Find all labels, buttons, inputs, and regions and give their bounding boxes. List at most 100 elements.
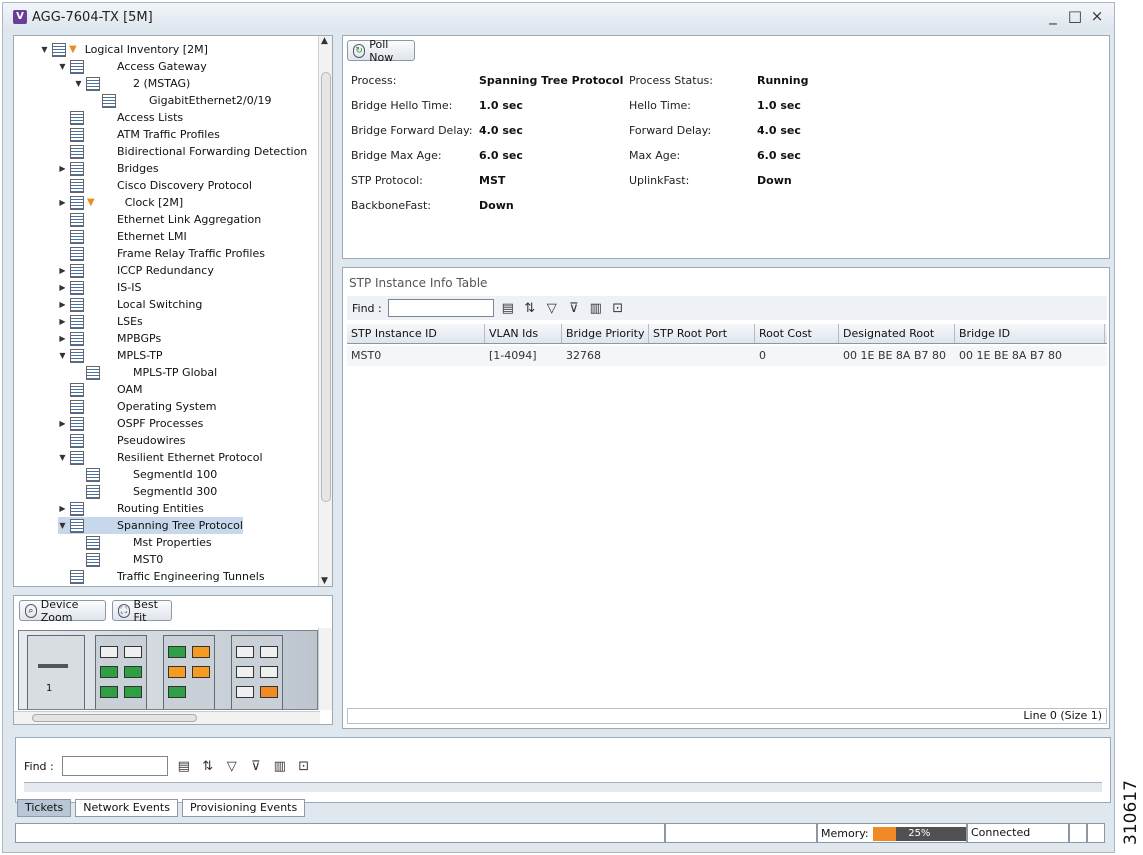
tree-item[interactable]: Bidirectional Forwarding Detection xyxy=(58,143,307,160)
maximize-icon[interactable]: □ xyxy=(1066,7,1084,25)
line-card[interactable] xyxy=(95,635,147,709)
tab-provisioning-events[interactable]: Provisioning Events xyxy=(181,799,306,817)
tree-item[interactable]: GigabitEthernet2/0/19 xyxy=(90,92,271,109)
tree-scroll-thumb[interactable] xyxy=(321,72,331,502)
tab-tickets[interactable]: Tickets xyxy=(17,799,72,817)
tree-item[interactable]: Cisco Discovery Protocol xyxy=(58,177,252,194)
column-header[interactable]: STP Root Port xyxy=(649,324,755,343)
tree-item[interactable]: Frame Relay Traffic Profiles xyxy=(58,245,265,262)
tree-item[interactable]: ▼ Access Gateway xyxy=(58,58,207,75)
tab-network-events[interactable]: Network Events xyxy=(75,799,178,817)
best-fit-button[interactable]: ⛶ Best Fit xyxy=(112,598,172,624)
device-view-hscroll[interactable] xyxy=(14,711,320,724)
sort-icon[interactable]: ⇅ xyxy=(200,758,216,774)
poll-now-button[interactable]: ↻ Poll Now xyxy=(347,38,415,64)
expand-icon[interactable]: ▶ xyxy=(58,198,67,207)
tree-item[interactable]: ▶ Routing Entities xyxy=(58,500,204,517)
collapse-icon[interactable]: ▼ xyxy=(58,351,67,360)
expand-icon[interactable]: ▶ xyxy=(58,334,67,343)
port-icon xyxy=(192,646,210,658)
logical-inventory-tree[interactable]: ▼ ▼ Logical Inventory [2M] ▼ Access Gateway ▼… xyxy=(13,35,333,587)
tree-item[interactable]: Pseudowires xyxy=(58,432,185,449)
column-header[interactable]: Bridge ID xyxy=(955,324,1105,343)
slot-card[interactable]: 1 xyxy=(27,635,85,709)
chassis-image[interactable]: 1 xyxy=(18,630,318,710)
port-icon xyxy=(124,686,142,698)
expand-icon[interactable]: ▶ xyxy=(58,164,67,173)
tree-item[interactable]: Mst Properties xyxy=(74,534,212,551)
port-icon xyxy=(168,686,186,698)
minimize-icon[interactable]: _ xyxy=(1044,7,1062,25)
table-header: STP Instance ID VLAN Ids Bridge Priority ST… xyxy=(347,324,1107,344)
tree-item[interactable]: ▼ Resilient Ethernet Protocol xyxy=(58,449,263,466)
expand-icon[interactable]: ▶ xyxy=(58,266,67,275)
collapse-icon[interactable]: ▼ xyxy=(58,453,67,462)
tree-item[interactable]: Operating System xyxy=(58,398,217,415)
expand-icon[interactable]: ▶ xyxy=(58,419,67,428)
tree-item[interactable]: ▶ OSPF Processes xyxy=(58,415,203,432)
export-icon[interactable]: ▤ xyxy=(176,758,192,774)
tree-item[interactable]: MPLS-TP Global xyxy=(74,364,217,381)
tree-item[interactable]: OAM xyxy=(58,381,142,398)
column-header[interactable]: Designated Root xyxy=(839,324,955,343)
tree-item[interactable]: ▶ Local Switching xyxy=(58,296,202,313)
export-icon[interactable]: ▤ xyxy=(500,300,516,316)
device-zoom-button[interactable]: ⌕ Device Zoom xyxy=(19,598,106,624)
column-header[interactable]: Bridge Priority xyxy=(562,324,649,343)
tree-item[interactable]: ▼ Spanning Tree Protocol xyxy=(58,517,243,534)
tree-item[interactable]: ▶ MPBGPs xyxy=(58,330,161,347)
column-header[interactable]: STP Instance ID xyxy=(347,324,485,343)
tree-item[interactable]: SegmentId 100 xyxy=(74,466,217,483)
table-view-icon[interactable]: ▥ xyxy=(272,758,288,774)
line-card[interactable] xyxy=(163,635,215,709)
table-find-input[interactable] xyxy=(387,299,494,317)
collapse-icon[interactable]: ▼ xyxy=(74,79,83,88)
sort-icon[interactable]: ⇅ xyxy=(522,300,538,316)
tree-item[interactable]: ATM Traffic Profiles xyxy=(58,126,220,143)
scroll-down-icon[interactable]: ▼ xyxy=(321,576,328,586)
tree-item[interactable]: MST0 xyxy=(74,551,163,568)
tree-item[interactable]: SegmentId 300 xyxy=(74,483,217,500)
tree-item[interactable]: ▶ LSEs xyxy=(58,313,143,330)
collapse-icon[interactable]: ▼ xyxy=(40,45,49,54)
expand-icon[interactable]: ▶ xyxy=(58,300,67,309)
ticket-find-input[interactable] xyxy=(61,756,168,776)
tree-item[interactable]: Ethernet LMI xyxy=(58,228,187,245)
filter-icon[interactable]: ▽ xyxy=(544,300,560,316)
tree-item[interactable]: Traffic Engineering Tunnels xyxy=(58,568,265,585)
filter-icon[interactable]: ▽ xyxy=(224,758,240,774)
device-view-vscroll[interactable] xyxy=(318,628,332,710)
column-filter-icon[interactable]: ⊡ xyxy=(296,758,312,774)
table-view-icon[interactable]: ▥ xyxy=(588,300,604,316)
inventory-node-icon xyxy=(70,229,84,244)
collapse-icon[interactable]: ▼ xyxy=(58,62,67,71)
tree-item[interactable]: ▶ ICCP Redundancy xyxy=(58,262,214,279)
filter-clear-icon[interactable]: ⊽ xyxy=(566,300,582,316)
inventory-node-icon xyxy=(70,59,84,74)
tree-item[interactable]: ▶ ▼ Clock [2M] xyxy=(58,194,183,211)
tree-item[interactable]: ▶ Bridges xyxy=(58,160,159,177)
inventory-node-icon xyxy=(86,535,100,550)
expand-icon[interactable]: ▶ xyxy=(58,283,67,292)
tree-item[interactable]: ▼ ▼ Logical Inventory [2M] xyxy=(40,41,208,58)
hscroll-thumb[interactable] xyxy=(32,714,197,722)
filter-clear-icon[interactable]: ⊽ xyxy=(248,758,264,774)
column-header[interactable]: Root Cost xyxy=(755,324,839,343)
expand-icon[interactable]: ▶ xyxy=(58,504,67,513)
tree-item[interactable]: Ethernet Link Aggregation xyxy=(58,211,261,228)
line-card[interactable] xyxy=(231,635,283,709)
scroll-up-icon[interactable]: ▲ xyxy=(321,36,328,46)
table-row[interactable]: MST0 [1-4094] 32768 0 00 1E BE 8A B7 80 00 1E… xyxy=(347,346,1107,366)
expand-icon[interactable]: ▶ xyxy=(58,317,67,326)
column-filter-icon[interactable]: ⊡ xyxy=(610,300,626,316)
column-header[interactable]: VLAN Ids xyxy=(485,324,562,343)
tree-item[interactable]: ▼ 2 (MSTAG) xyxy=(74,75,190,92)
port-icon xyxy=(100,646,118,658)
tree-item[interactable]: ▼ MPLS-TP xyxy=(58,347,163,364)
collapse-icon[interactable]: ▼ xyxy=(58,521,67,530)
tree-item[interactable]: ▶ IS-IS xyxy=(58,279,141,296)
inventory-node-icon xyxy=(70,212,84,227)
close-icon[interactable]: × xyxy=(1088,7,1106,25)
tree-scrollbar[interactable]: ▲ ▼ xyxy=(318,36,332,586)
tree-item[interactable]: Access Lists xyxy=(58,109,183,126)
